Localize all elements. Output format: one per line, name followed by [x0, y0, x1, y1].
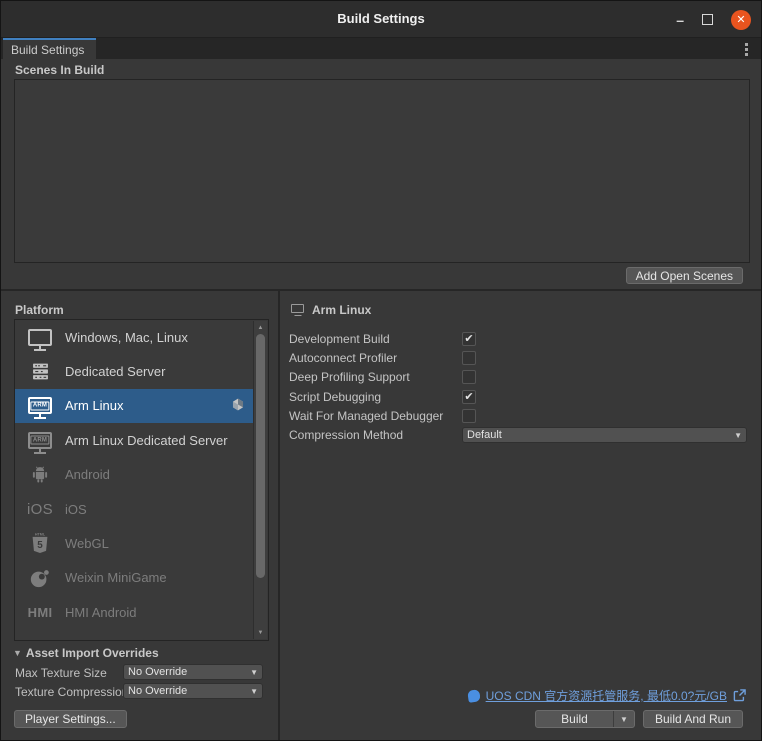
scenes-in-build-label: Scenes In Build: [15, 63, 105, 77]
option-autoconnect-profiler: Autoconnect Profiler ✔: [289, 348, 747, 367]
minimize-icon[interactable]: –: [676, 13, 684, 27]
option-deep-profiling-support: Deep Profiling Support ✔: [289, 368, 747, 387]
tab-strip: Build Settings: [1, 38, 761, 59]
platform-item-windows-mac-linux[interactable]: Windows, Mac, Linux: [15, 320, 253, 354]
uos-cdn-link[interactable]: UOS CDN 官方资源托管服务, 最低0.0?元/GB: [486, 687, 727, 704]
build-dropdown-icon[interactable]: ▼: [614, 715, 634, 724]
svg-text:5: 5: [37, 540, 43, 551]
platform-item-partial[interactable]: [15, 630, 253, 640]
android-icon: [23, 464, 57, 485]
platform-list: Windows, Mac, Linux Dedicated Server ARM…: [14, 319, 269, 641]
close-icon[interactable]: ✕: [731, 9, 751, 30]
kebab-menu-icon[interactable]: [739, 41, 753, 57]
horizontal-divider: [1, 289, 761, 291]
platform-item-weixin-minigame[interactable]: Weixin MiniGame: [15, 561, 253, 595]
option-script-debugging: Script Debugging ✔: [289, 387, 747, 406]
arm-monitor-icon: ARM: [23, 397, 57, 415]
platform-item-android[interactable]: Android: [15, 458, 253, 492]
build-options: Development Build ✔ Autoconnect Profiler…: [289, 329, 747, 445]
tab-build-settings[interactable]: Build Settings: [3, 38, 97, 59]
max-texture-size-dropdown[interactable]: No Override ▼: [123, 664, 263, 680]
option-development-build: Development Build ✔: [289, 329, 747, 348]
titlebar: Build Settings – ✕: [1, 1, 761, 38]
platform-item-dedicated-server[interactable]: Dedicated Server: [15, 354, 253, 388]
weixin-icon: [23, 567, 57, 589]
asset-import-overrides-header[interactable]: ▼ Asset Import Overrides: [13, 646, 159, 660]
scroll-down-icon[interactable]: ▼: [254, 627, 267, 638]
development-build-checkbox[interactable]: ✔: [462, 331, 476, 346]
svg-text:HTML: HTML: [35, 533, 46, 537]
ios-text-icon: iOS: [27, 500, 53, 518]
window-title: Build Settings: [337, 11, 425, 26]
option-wait-for-managed-debugger: Wait For Managed Debugger ✔: [289, 406, 747, 425]
platform-scrollbar[interactable]: ▲ ▼: [253, 321, 267, 639]
player-settings-button[interactable]: Player Settings...: [14, 710, 127, 728]
script-debugging-checkbox[interactable]: ✔: [462, 389, 476, 404]
server-icon: [23, 361, 57, 382]
chevron-down-icon: ▼: [734, 430, 742, 440]
html5-icon: HTML 5: [23, 532, 57, 555]
scrollbar-thumb[interactable]: [256, 334, 265, 578]
external-link-icon[interactable]: [733, 689, 746, 702]
platform-item-hmi-android[interactable]: HMI HMI Android: [15, 595, 253, 629]
add-open-scenes-button[interactable]: Add Open Scenes: [625, 267, 743, 284]
vertical-divider: [278, 291, 280, 740]
build-and-run-button[interactable]: Build And Run: [643, 710, 743, 728]
monitor-icon: [291, 304, 304, 313]
autoconnect-profiler-checkbox[interactable]: ✔: [462, 350, 476, 365]
platform-item-arm-linux-dedicated-server[interactable]: ARM Arm Linux Dedicated Server: [15, 423, 253, 457]
chevron-down-icon: ▼: [250, 686, 258, 696]
platform-item-ios[interactable]: iOS iOS: [15, 492, 253, 526]
selected-platform-header: Arm Linux: [291, 303, 371, 317]
max-texture-size-label: Max Texture Size: [15, 666, 107, 680]
tab-label: Build Settings: [11, 42, 85, 57]
texture-compression-label: Texture Compression: [15, 685, 129, 699]
option-compression-method: Compression Method Default ▼: [289, 425, 747, 444]
maximize-icon[interactable]: [702, 14, 713, 25]
foldout-triangle-icon: ▼: [13, 648, 22, 658]
scroll-up-icon[interactable]: ▲: [254, 322, 267, 333]
monitor-icon: [23, 328, 57, 346]
build-settings-window: Build Settings – ✕ Build Settings Scenes…: [0, 0, 762, 741]
hmi-text-icon: HMI: [27, 604, 53, 620]
platform-item-arm-linux[interactable]: ARM Arm Linux: [15, 388, 253, 424]
arm-monitor-icon: ARM: [23, 431, 57, 449]
texture-compression-dropdown[interactable]: No Override ▼: [123, 683, 263, 699]
platform-label: Platform: [15, 303, 64, 317]
wait-for-managed-debugger-checkbox[interactable]: ✔: [462, 408, 476, 423]
window-controls: – ✕: [676, 1, 751, 38]
chevron-down-icon: ▼: [250, 667, 258, 677]
unity-cube-icon: [231, 397, 245, 414]
build-button[interactable]: Build ▼: [535, 710, 635, 728]
uos-logo-icon: [466, 688, 481, 703]
build-buttons: Build ▼ Build And Run: [535, 710, 743, 728]
platform-item-webgl[interactable]: HTML 5 WebGL: [15, 526, 253, 560]
scenes-list[interactable]: [14, 79, 750, 263]
deep-profiling-support-checkbox[interactable]: ✔: [462, 370, 476, 385]
uos-cdn-row: UOS CDN 官方资源托管服务, 最低0.0?元/GB: [466, 687, 746, 704]
compression-method-dropdown[interactable]: Default ▼: [462, 427, 747, 444]
